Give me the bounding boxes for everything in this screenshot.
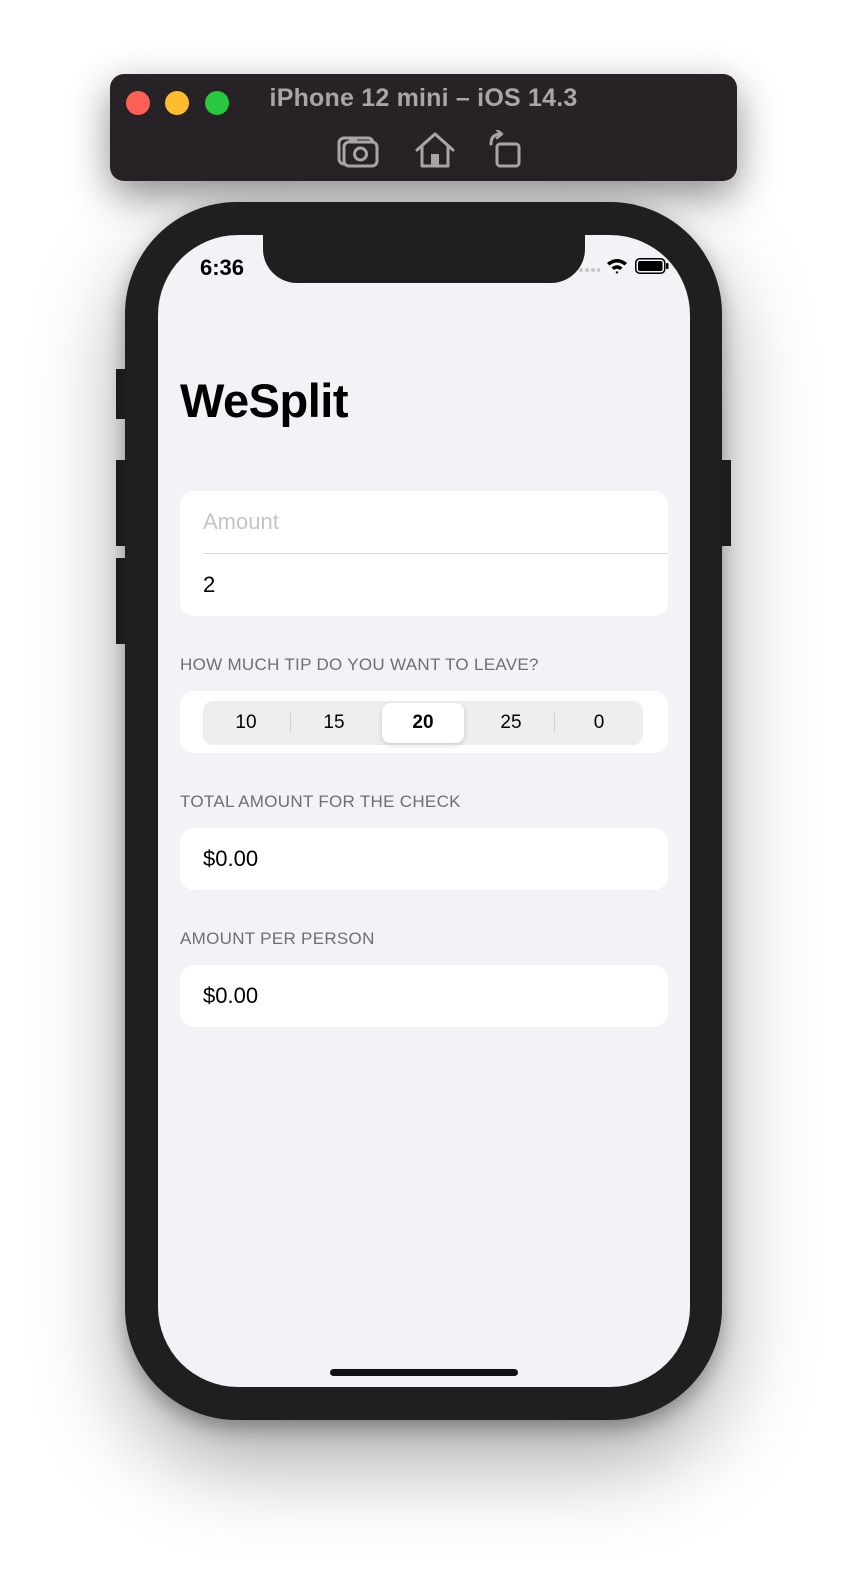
home-indicator[interactable]	[330, 1369, 518, 1376]
simulator-stage: iPhone 12 mini – iOS 14.3 6:36 WeSplit A…	[0, 0, 860, 1592]
side-power-button	[721, 460, 731, 546]
segment-divider	[290, 713, 291, 733]
total-row: $0.00	[203, 828, 668, 890]
tip-option-15[interactable]: 15	[293, 703, 375, 743]
tip-option-0[interactable]: 0	[558, 703, 640, 743]
amount-per-person-value: $0.00	[203, 983, 259, 1008]
amount-row	[203, 491, 668, 553]
tip-option-10[interactable]: 10	[205, 703, 287, 743]
rotate-icon[interactable]	[485, 130, 529, 170]
total-amount-value: $0.00	[203, 846, 259, 871]
per-person-card: $0.00	[180, 965, 668, 1027]
volume-down-button	[116, 558, 126, 644]
tip-percentage-picker: 10 15 20 25 0	[203, 701, 643, 745]
wifi-icon	[607, 259, 627, 274]
page-title: WeSplit	[180, 374, 348, 427]
screenshot-icon[interactable]	[336, 130, 380, 170]
people-row[interactable]: 2	[203, 554, 668, 616]
total-section-header: TOTAL AMOUNT FOR THE CHECK	[180, 792, 461, 811]
per-person-section-header: AMOUNT PER PERSON	[180, 929, 375, 948]
battery-icon	[635, 258, 669, 274]
amount-input[interactable]	[203, 509, 668, 535]
tip-section-header: HOW MUCH TIP DO YOU WANT TO LEAVE?	[180, 655, 539, 674]
cellular-signal-icon	[579, 268, 600, 272]
simulator-title: iPhone 12 mini – iOS 14.3	[269, 84, 578, 112]
per-person-row: $0.00	[203, 965, 668, 1027]
number-of-people-value: 2	[203, 572, 216, 597]
segment-divider	[554, 713, 555, 733]
notch	[263, 235, 585, 283]
total-card: $0.00	[180, 828, 668, 890]
tip-option-20-selected[interactable]: 20	[382, 703, 464, 743]
silent-switch	[116, 369, 126, 419]
input-card: 2	[180, 491, 668, 616]
home-icon[interactable]	[413, 130, 457, 170]
tip-option-25[interactable]: 25	[470, 703, 552, 743]
volume-up-button	[116, 460, 126, 546]
status-time: 6:36	[200, 255, 245, 280]
tip-card: 10 15 20 25 0	[180, 691, 668, 753]
phone-screen: 6:36 WeSplit 2 HO	[158, 235, 690, 1387]
